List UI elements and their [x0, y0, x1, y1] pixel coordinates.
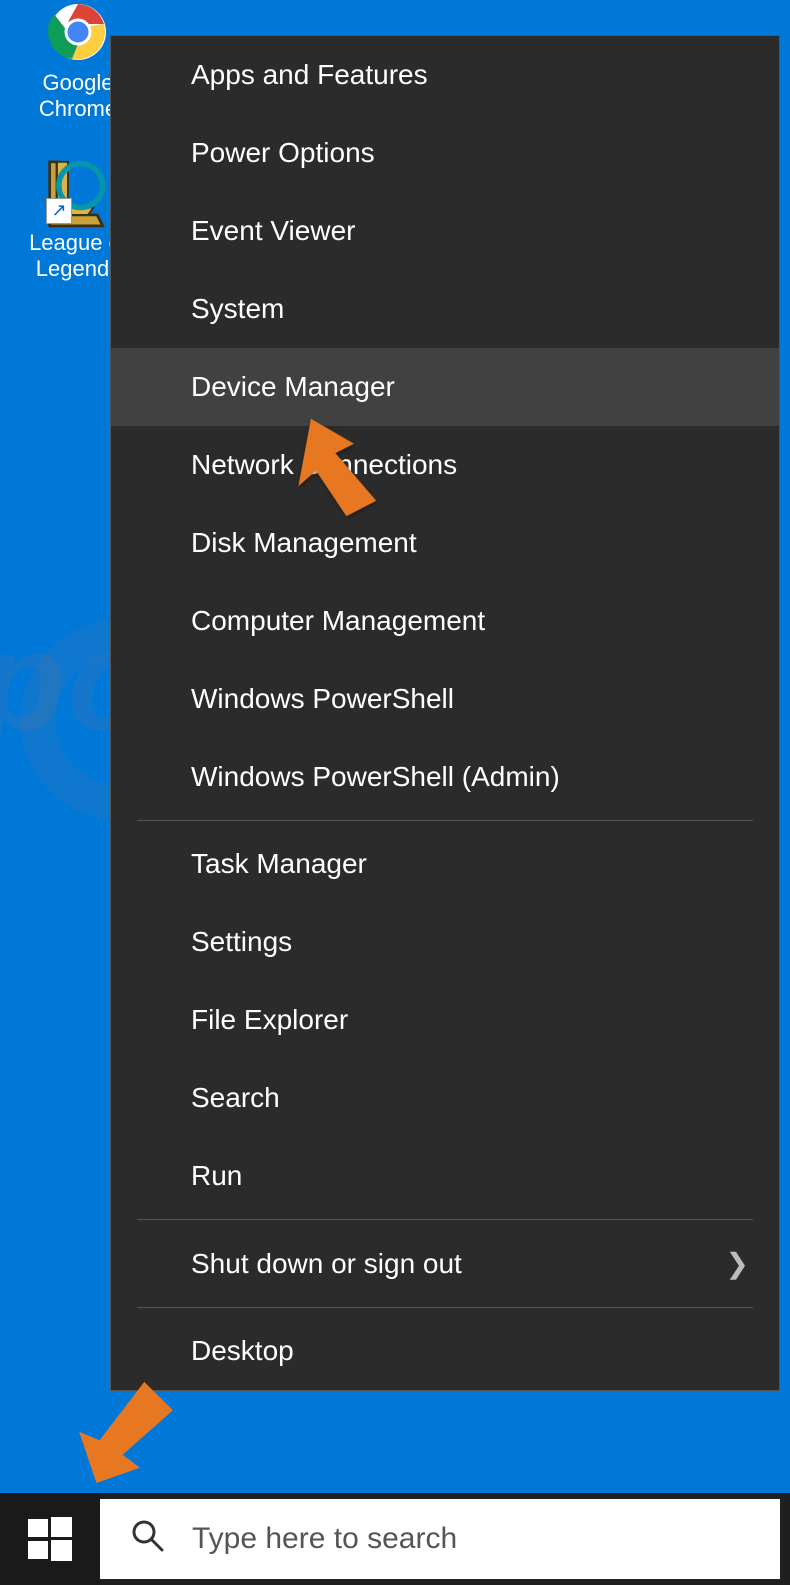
- menu-item-shutdown-signout[interactable]: Shut down or sign out ❯: [111, 1224, 779, 1303]
- menu-item-label: Event Viewer: [191, 215, 355, 247]
- windows-logo-icon: [28, 1517, 72, 1561]
- search-placeholder: Type here to search: [192, 1522, 457, 1556]
- menu-item-label: Windows PowerShell: [191, 683, 454, 715]
- menu-item-powershell[interactable]: Windows PowerShell: [111, 660, 779, 738]
- menu-item-powershell-admin[interactable]: Windows PowerShell (Admin): [111, 738, 779, 816]
- taskbar: Type here to search: [0, 1493, 790, 1585]
- winx-context-menu: Apps and Features Power Options Event Vi…: [110, 35, 780, 1391]
- menu-item-label: Network Connections: [191, 449, 457, 481]
- menu-item-event-viewer[interactable]: Event Viewer: [111, 192, 779, 270]
- menu-item-label: Settings: [191, 926, 292, 958]
- menu-separator: [137, 1307, 753, 1308]
- menu-item-settings[interactable]: Settings: [111, 903, 779, 981]
- menu-item-device-manager[interactable]: Device Manager: [111, 348, 779, 426]
- menu-separator: [137, 820, 753, 821]
- menu-item-apps-features[interactable]: Apps and Features: [111, 36, 779, 114]
- chevron-right-icon: ❯: [726, 1247, 749, 1280]
- league-icon: ↗: [46, 160, 110, 224]
- menu-item-label: Search: [191, 1082, 280, 1114]
- menu-item-search[interactable]: Search: [111, 1059, 779, 1137]
- menu-item-label: Run: [191, 1160, 242, 1192]
- shortcut-arrow-icon: ↗: [46, 198, 72, 224]
- menu-item-task-manager[interactable]: Task Manager: [111, 825, 779, 903]
- menu-item-label: Disk Management: [191, 527, 417, 559]
- menu-item-label: Device Manager: [191, 371, 395, 403]
- chrome-icon: [46, 0, 110, 64]
- menu-item-computer-management[interactable]: Computer Management: [111, 582, 779, 660]
- menu-item-system[interactable]: System: [111, 270, 779, 348]
- menu-item-label: File Explorer: [191, 1004, 348, 1036]
- start-button[interactable]: [0, 1493, 100, 1585]
- menu-item-label: Apps and Features: [191, 59, 428, 91]
- menu-item-power-options[interactable]: Power Options: [111, 114, 779, 192]
- menu-item-label: Shut down or sign out: [191, 1248, 462, 1280]
- menu-item-label: System: [191, 293, 284, 325]
- menu-separator: [137, 1219, 753, 1220]
- taskbar-search-box[interactable]: Type here to search: [100, 1499, 780, 1579]
- menu-item-label: Desktop: [191, 1335, 294, 1367]
- search-icon: [130, 1518, 164, 1560]
- menu-item-network-connections[interactable]: Network Connections: [111, 426, 779, 504]
- menu-item-desktop[interactable]: Desktop: [111, 1312, 779, 1390]
- menu-item-label: Task Manager: [191, 848, 367, 880]
- menu-item-disk-management[interactable]: Disk Management: [111, 504, 779, 582]
- menu-item-label: Windows PowerShell (Admin): [191, 761, 560, 793]
- menu-item-file-explorer[interactable]: File Explorer: [111, 981, 779, 1059]
- menu-item-label: Power Options: [191, 137, 375, 169]
- menu-item-label: Computer Management: [191, 605, 485, 637]
- menu-item-run[interactable]: Run: [111, 1137, 779, 1215]
